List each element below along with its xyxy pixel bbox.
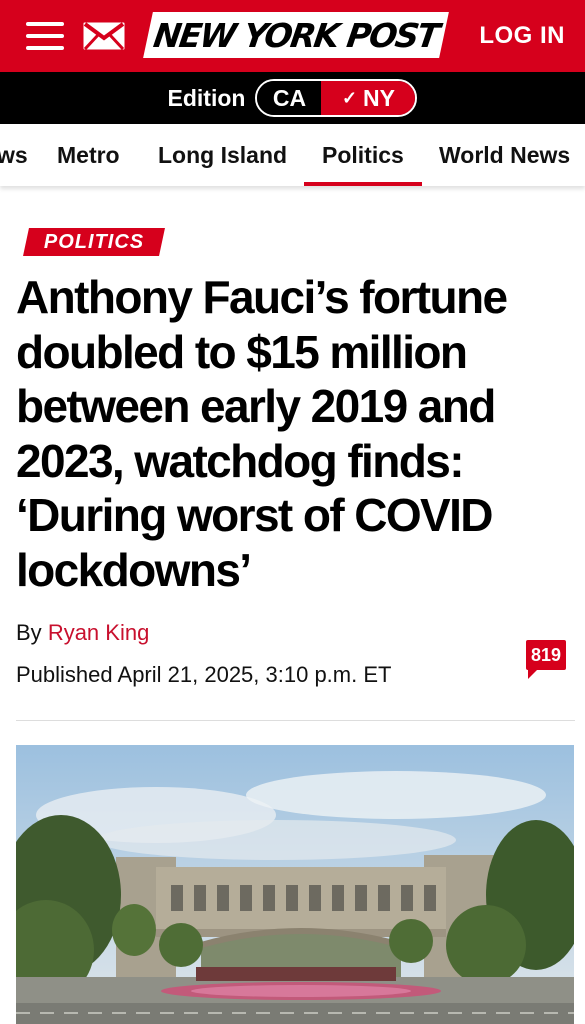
nav-item-news[interactable]: ws [0,124,28,186]
nav-item-label: World News [439,141,571,168]
headline-line: Anthony Fauci’s fortune [16,271,508,323]
edition-option-ca-label: CA [272,84,307,111]
site-logo-text: NEW YORK POST [151,15,441,55]
mail-icon[interactable] [82,21,126,51]
nav-item-label: Long Island [158,141,288,168]
article-lead-image[interactable] [16,745,574,1024]
nav-item-label: ws [0,141,28,168]
edition-toggle: CA ✓ NY [255,79,418,117]
headline-line: ‘During worst of COVID [16,489,494,541]
headline-line: 2023, watchdog finds: [16,434,465,487]
site-logo[interactable]: NEW YORK POST [143,12,449,58]
edition-option-ny[interactable]: ✓ NY [321,81,416,115]
section-kicker-label: POLITICS [43,230,145,253]
divider [16,720,575,721]
edition-bar: Edition CA ✓ NY [0,72,585,124]
section-kicker[interactable]: POLITICS [23,228,165,256]
nav-item-metro[interactable]: Metro [57,124,120,186]
byline-prefix: By [16,620,42,645]
byline: By Ryan King [16,620,149,646]
headline-line: doubled to $15 million [16,325,468,378]
site-header: NEW YORK POST LOG IN [0,0,585,72]
login-button[interactable]: LOG IN [479,22,565,50]
comments-count-badge[interactable]: 819 [526,640,566,679]
author-link[interactable]: Ryan King [48,620,150,645]
hamburger-menu-icon[interactable] [26,22,64,50]
section-nav: ws Metro Long Island Politics World News [0,124,585,186]
edition-label: Edition [167,84,246,111]
check-icon: ✓ [341,87,358,108]
headline-line: lockdowns’ [16,543,252,596]
article-headline: Anthony Fauci’s fortune doubled to $15 m… [16,270,571,597]
nav-item-label: Politics [322,141,404,168]
edition-option-ca[interactable]: CA [257,81,322,115]
nav-item-long-island[interactable]: Long Island [158,124,287,186]
headline-line: between early 2019 and [16,380,496,432]
published-date: Published April 21, 2025, 3:10 p.m. ET [16,662,392,687]
nav-item-politics[interactable]: Politics [304,124,422,186]
nav-item-world-news[interactable]: World News [439,124,570,186]
nav-item-label: Metro [57,141,120,168]
edition-option-ny-label: NY [363,84,395,111]
